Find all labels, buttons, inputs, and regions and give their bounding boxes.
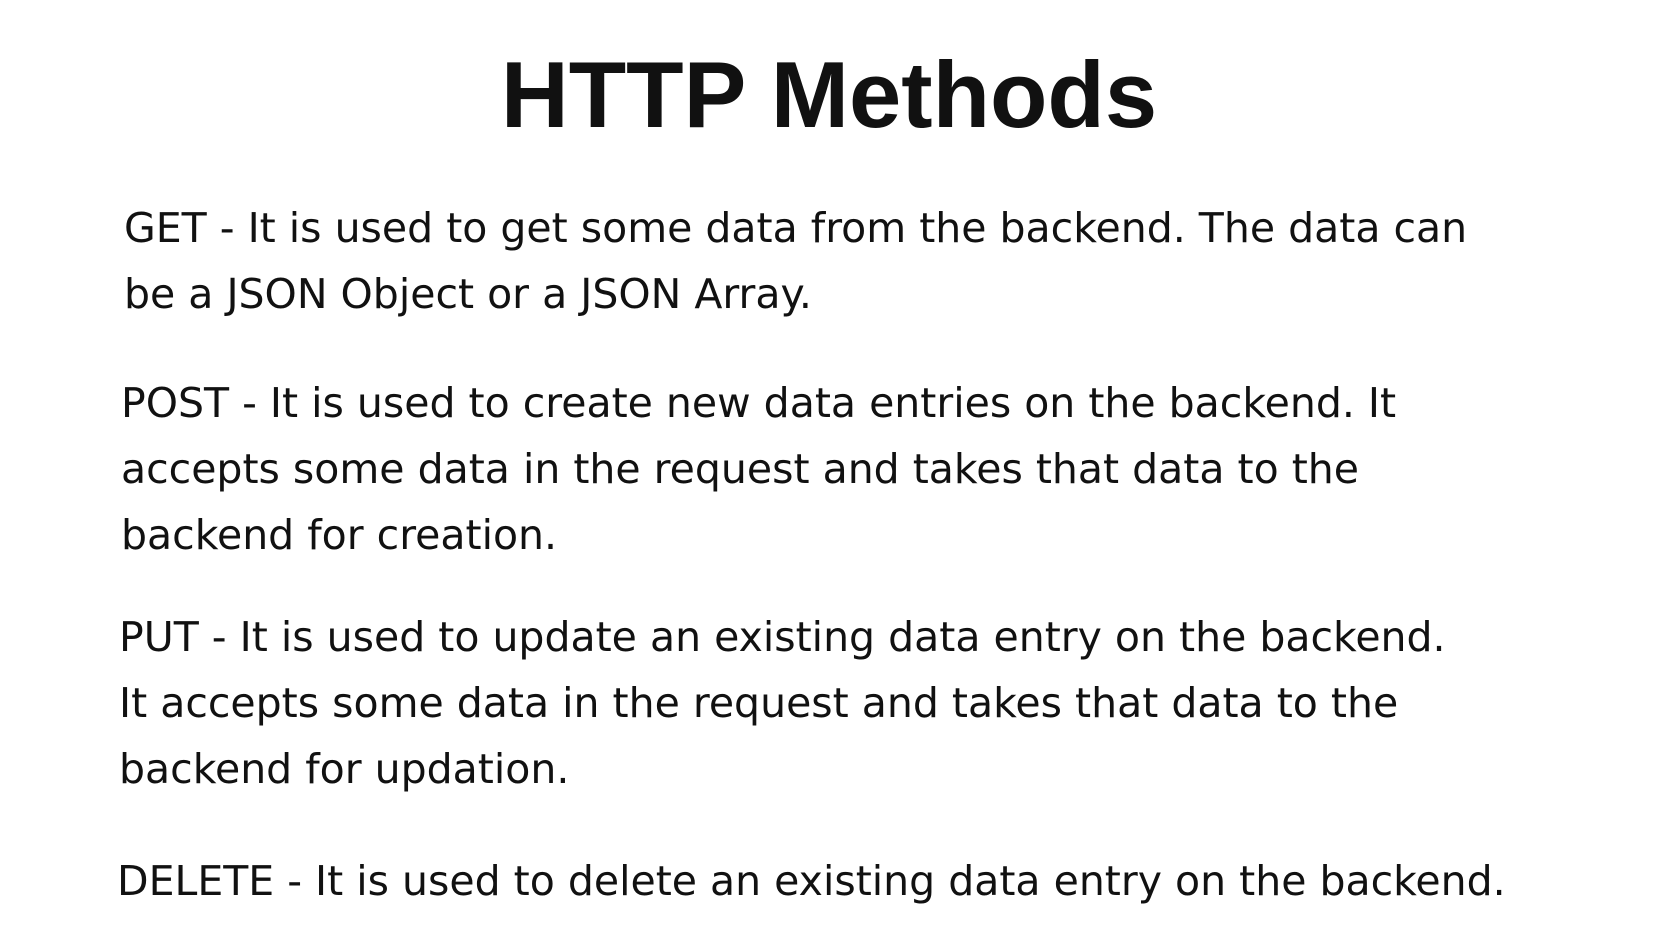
description-line: backend for creation. xyxy=(121,511,558,559)
description-line: PUT - It is used to update an existing d… xyxy=(119,613,1446,661)
description-line: accepts some data in the request and tak… xyxy=(121,445,1359,493)
delete-method-description: DELETE - It is used to delete an existin… xyxy=(117,848,1506,914)
description-line: be a JSON Object or a JSON Array. xyxy=(124,270,812,318)
slide-title: HTTP Methods xyxy=(500,42,1158,147)
description-line: GET - It is used to get some data from t… xyxy=(124,204,1468,252)
post-method-description: POST - It is used to create new data ent… xyxy=(121,370,1396,568)
get-method-description: GET - It is used to get some data from t… xyxy=(124,195,1467,327)
description-line: DELETE - It is used to delete an existin… xyxy=(117,857,1506,905)
put-method-description: PUT - It is used to update an existing d… xyxy=(119,604,1446,802)
description-line: It accepts some data in the request and … xyxy=(119,679,1399,727)
description-line: backend for updation. xyxy=(119,745,570,793)
slide: HTTP Methods GET - It is used to get som… xyxy=(0,0,1658,937)
description-line: POST - It is used to create new data ent… xyxy=(121,379,1397,427)
